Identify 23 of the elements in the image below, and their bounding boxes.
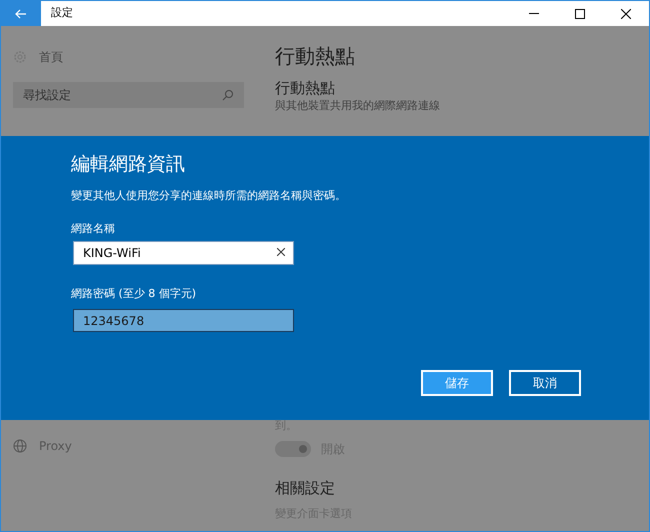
dialog-title: 編輯網路資訊 (71, 152, 186, 177)
close-icon (621, 8, 631, 18)
save-button[interactable]: 儲存 (421, 370, 493, 396)
search-icon (222, 89, 234, 101)
maximize-icon (575, 8, 585, 18)
field-label: 網路名稱 (71, 221, 116, 237)
toggle-switch[interactable] (275, 441, 311, 457)
cancel-button[interactable]: 取消 (509, 370, 581, 396)
section-description: 與其他裝置共用我的網際網路連線 (275, 98, 440, 114)
network-name-field[interactable]: KING-WiFi (73, 241, 294, 265)
clear-icon[interactable] (277, 248, 285, 256)
dialog-description: 變更其他人使用您分享的連線時所需的網路名稱與密碼。 (71, 188, 347, 204)
page-title: 行動熱點 (275, 43, 356, 70)
field-label: 網路密碼 (至少 8 個字元) (71, 286, 198, 302)
home-link[interactable]: 首頁 (39, 48, 63, 66)
search-field[interactable]: 尋找設定 (13, 82, 244, 108)
window-title: 設定 (51, 5, 73, 22)
password-field[interactable]: 12345678 (73, 309, 294, 332)
globe-icon (13, 439, 27, 453)
back-arrow-icon (15, 8, 27, 18)
section-heading: 行動熱點 (275, 78, 336, 98)
related-heading: 相關設定 (275, 478, 336, 498)
minimize-icon (529, 13, 539, 14)
